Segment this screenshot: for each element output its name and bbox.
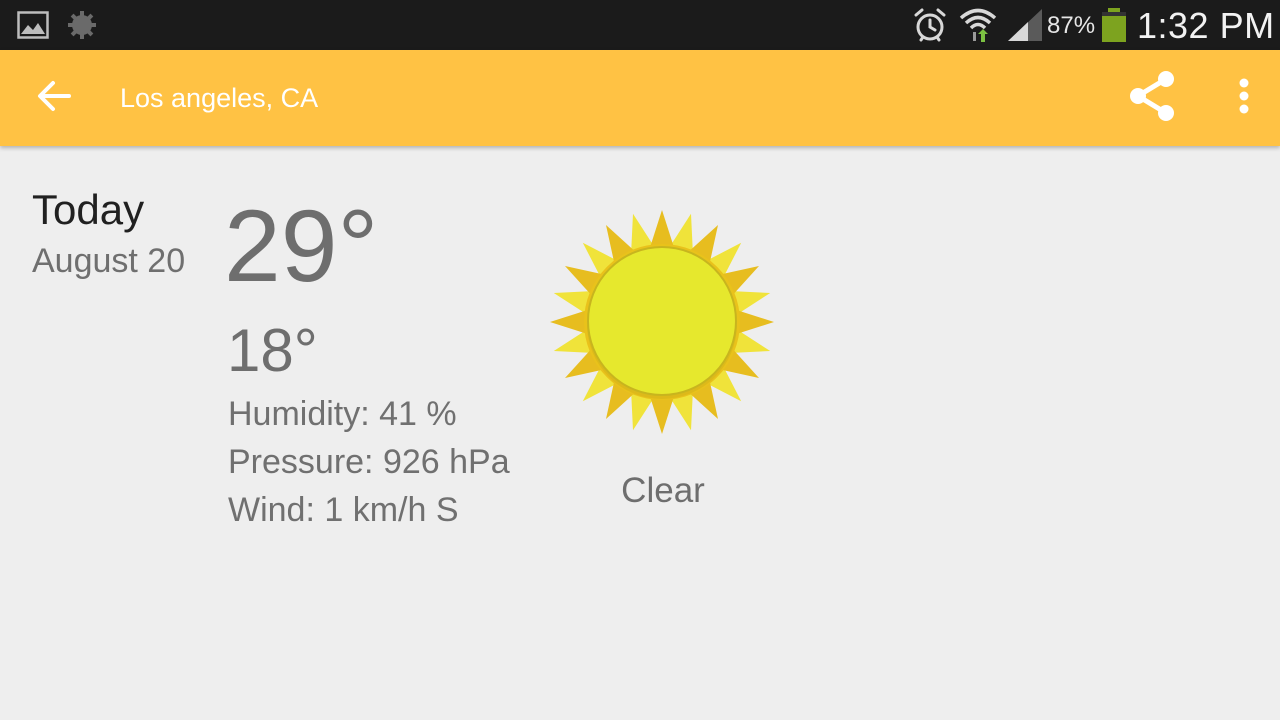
low-temperature: 18° <box>227 317 318 384</box>
wifi-icon <box>958 0 998 50</box>
battery-percentage: 87% <box>1047 12 1096 39</box>
day-label: Today <box>32 186 145 233</box>
page-title: Los angeles, CA <box>120 83 319 113</box>
share-icon <box>1126 69 1178 128</box>
back-button[interactable] <box>26 70 82 126</box>
share-button[interactable] <box>1120 68 1184 128</box>
signal-icon <box>1006 0 1044 50</box>
pressure-text: Pressure: 926 hPa <box>228 443 510 481</box>
wind-text: Wind: 1 km/h S <box>228 491 459 529</box>
battery-icon <box>1100 0 1128 50</box>
action-bar: Los angeles, CA <box>0 50 1280 146</box>
sun-icon <box>548 208 776 436</box>
alarm-icon <box>913 0 947 50</box>
settings-icon <box>67 0 97 50</box>
humidity-text: Humidity: 41 % <box>228 395 457 433</box>
high-temperature: 29° <box>224 189 379 303</box>
overflow-menu-button[interactable] <box>1222 70 1266 126</box>
date-label: August 20 <box>32 242 186 280</box>
back-arrow-icon <box>36 80 72 117</box>
status-clock: 1:32 PM <box>1137 5 1275 46</box>
status-bar: 87% 1:32 PM <box>0 0 1280 50</box>
overflow-menu-icon <box>1238 78 1250 119</box>
gallery-icon <box>17 0 49 50</box>
weather-condition: Clear <box>621 471 705 510</box>
